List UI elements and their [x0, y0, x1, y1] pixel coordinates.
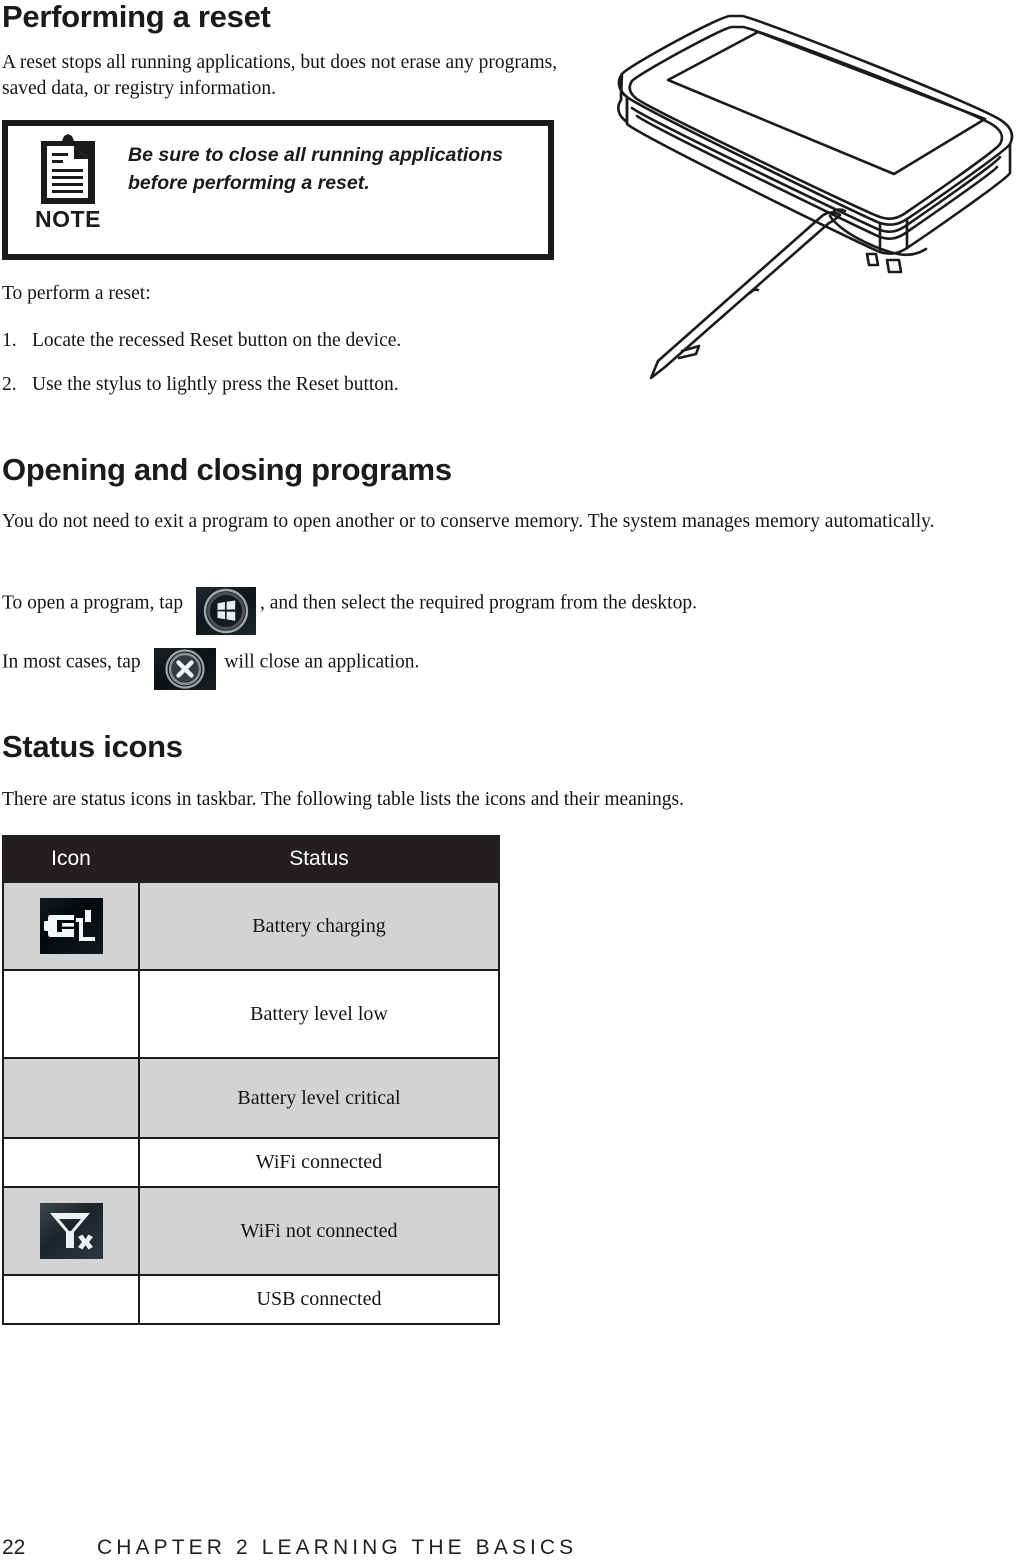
note-text: Be sure to close all running application…	[128, 144, 503, 194]
table-cell-status: WiFi connected	[138, 1137, 500, 1188]
table-row: Battery charging	[2, 881, 500, 971]
pda-device-with-stylus-illustration	[608, 4, 1021, 396]
list-item-label: Use the stylus to lightly press the Rese…	[32, 374, 399, 395]
close-application-instruction: In most cases, tap will close an applica…	[2, 648, 1012, 690]
status-icons-table: Icon Status Battery charging Battery lev…	[2, 835, 500, 1325]
programs-paragraph: You do not need to exit a program to ope…	[2, 511, 935, 532]
table-row: WiFi connected	[2, 1137, 500, 1188]
battery-charging-icon	[39, 898, 103, 954]
table-cell-status: WiFi not connected	[138, 1186, 500, 1276]
close-app-text-before: In most cases, tap	[2, 651, 141, 673]
open-program-text-after: , and then select the required program f…	[260, 592, 697, 614]
open-program-instruction: To open a program, tap , and then select…	[2, 587, 1012, 635]
table-header-row: Icon Status	[2, 835, 500, 883]
close-app-text-after: will close an application.	[224, 651, 420, 673]
table-cell-icon	[2, 1186, 140, 1276]
clipboard-note-icon	[40, 134, 96, 206]
reset-intro-paragraph: A reset stops all running applications, …	[2, 52, 558, 99]
table-body: Battery charging Battery level low Batte…	[2, 881, 500, 1325]
document-page: Performing a reset A reset stops all run…	[0, 0, 1021, 1566]
table-row: Battery level critical	[2, 1057, 500, 1139]
note-callout-box: NOTE Be sure to close all running applic…	[2, 120, 554, 260]
table-cell-icon	[2, 881, 140, 971]
list-item-number: 1.	[2, 330, 17, 351]
table-row: USB connected	[2, 1274, 500, 1325]
section-heading-opening-closing-programs: Opening and closing programs	[2, 452, 452, 487]
list-item: 2. Use the stylus to lightly press the R…	[2, 372, 562, 398]
column-header-icon: Icon	[2, 835, 140, 883]
table-cell-status: Battery level critical	[138, 1057, 500, 1139]
open-program-text-before: To open a program, tap	[2, 592, 184, 614]
page-footer: 22 CHAPTER 2 LEARNING THE BASICS	[0, 1536, 1021, 1566]
footer-page-number: 22	[2, 1536, 26, 1559]
footer-chapter-title: CHAPTER 2 LEARNING THE BASICS	[97, 1536, 578, 1559]
table-cell-icon	[2, 1137, 140, 1188]
table-cell-icon	[2, 1057, 140, 1139]
table-cell-status: Battery level low	[138, 969, 500, 1059]
table-cell-status: USB connected	[138, 1274, 500, 1325]
note-label: NOTE	[35, 206, 101, 232]
table-cell-status: Battery charging	[138, 881, 500, 971]
page-title-performing-a-reset: Performing a reset	[2, 0, 271, 34]
close-x-icon[interactable]	[153, 648, 216, 690]
wifi-disconnected-icon	[39, 1203, 103, 1259]
section-heading-status-icons: Status icons	[2, 729, 183, 764]
table-row: Battery level low	[2, 969, 500, 1059]
column-header-status: Status	[138, 835, 500, 883]
table-row: WiFi not connected	[2, 1186, 500, 1276]
list-item: 1. Locate the recessed Reset button on t…	[2, 328, 562, 354]
reset-lead-in-text: To perform a reset:	[2, 283, 151, 304]
table-header: Icon Status	[2, 835, 500, 883]
table-cell-icon	[2, 969, 140, 1059]
list-item-number: 2.	[2, 374, 17, 395]
windows-start-icon[interactable]	[196, 587, 256, 635]
list-item-label: Locate the recessed Reset button on the …	[32, 330, 402, 351]
note-icon-group: NOTE	[8, 126, 128, 231]
table-cell-icon	[2, 1274, 140, 1325]
status-icons-paragraph: There are status icons in taskbar. The f…	[2, 789, 684, 810]
